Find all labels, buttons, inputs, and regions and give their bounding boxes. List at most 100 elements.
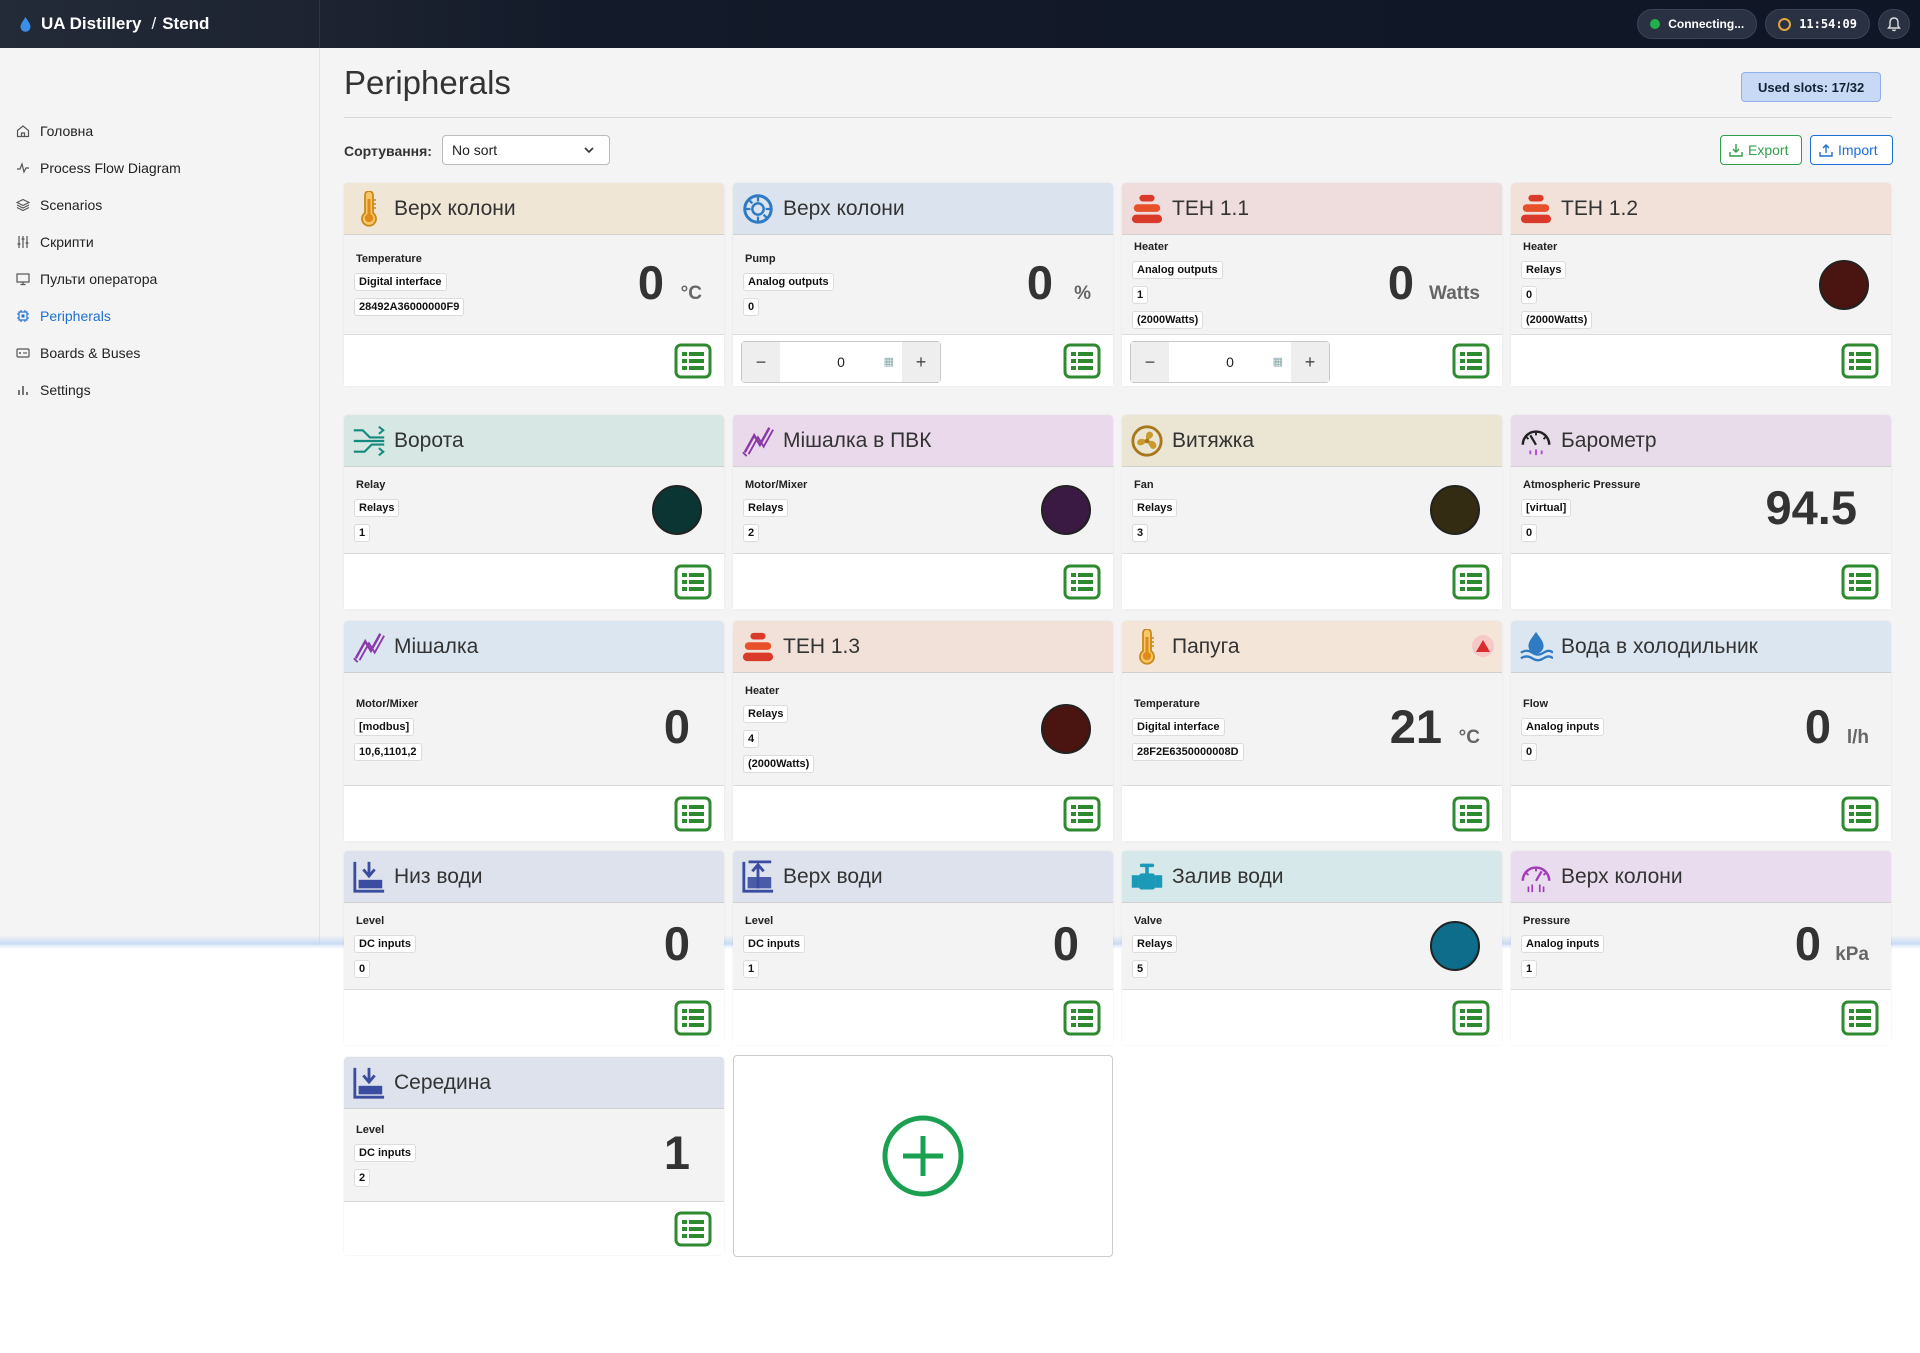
peripheral-card[interactable]: Верх колони Pressure Analog inputs 1 0 kPa (1511, 851, 1891, 1045)
peripheral-card[interactable]: Низ води Level DC inputs 0 0 (344, 851, 724, 1045)
barometer-icon (1519, 422, 1553, 460)
card-body: Flow Analog inputs 0 0 l/h (1511, 673, 1891, 785)
add-peripheral-button[interactable] (733, 1055, 1113, 1257)
sidebar-item-6[interactable]: Boards & Buses (0, 334, 319, 371)
device-chip: Relays (1521, 261, 1567, 279)
sidebar-item-0[interactable]: Головна (0, 112, 319, 149)
clock-time: 11:54:09 (1799, 17, 1857, 31)
status-indicator (1430, 485, 1480, 535)
notifications-button[interactable] (1878, 9, 1910, 39)
clock-icon (1778, 17, 1792, 31)
card-footer (733, 553, 1113, 609)
settings-list-icon[interactable] (1452, 796, 1490, 832)
settings-list-icon[interactable] (1063, 343, 1101, 379)
divider (344, 117, 1892, 118)
sidebar-item-label: Boards & Buses (40, 344, 141, 361)
sidebar-item-5[interactable]: Peripherals (0, 297, 319, 334)
decrement-button[interactable]: − (742, 342, 780, 382)
settings-list-icon[interactable] (1841, 564, 1879, 600)
peripheral-card[interactable]: Верх колони Temperature Digital interface 2… (344, 183, 724, 386)
value-stepper[interactable]: −0 ▦ + (741, 341, 941, 383)
peripheral-card[interactable]: Середина Level DC inputs 2 1 (344, 1057, 724, 1255)
increment-button[interactable]: + (1291, 342, 1329, 382)
sidebar-item-2[interactable]: Scenarios (0, 186, 319, 223)
settings-list-icon[interactable] (674, 1211, 712, 1247)
settings-list-icon[interactable] (674, 796, 712, 832)
settings-list-icon[interactable] (1841, 1000, 1879, 1036)
card-header: Мішалка в ПВК (733, 415, 1113, 467)
peripheral-card[interactable]: ТЕН 1.3 Heater Relays 4 (2000Watts) (733, 621, 1113, 841)
monitor-icon (16, 272, 30, 286)
peripheral-card[interactable]: Верх колони Pump Analog outputs 0 0% −0 ▦ + (733, 183, 1113, 386)
sidebar-item-label: Скрипти (40, 233, 94, 250)
peripheral-card[interactable]: Барометр Atmospheric Pressure [virtual] 0 94… (1511, 415, 1891, 609)
settings-list-icon[interactable] (674, 564, 712, 600)
peripheral-card[interactable]: Мішалка Motor/Mixer [modbus] 10,6,1101,2 0 (344, 621, 724, 841)
peripheral-card[interactable]: Верх води Level DC inputs 1 0 (733, 851, 1113, 1045)
card-body: Motor/Mixer Relays 2 (733, 467, 1113, 553)
device-type: Fan (1134, 479, 1154, 491)
settings-list-icon[interactable] (674, 1000, 712, 1036)
settings-list-icon[interactable] (1452, 1000, 1490, 1036)
settings-list-icon[interactable] (1063, 564, 1101, 600)
peripheral-card[interactable]: Витяжка Fan Relays 3 (1122, 415, 1502, 609)
peripheral-card[interactable]: ТЕН 1.1 Heater Analog outputs 1 (2000Watts) 0… (1122, 183, 1502, 386)
peripheral-card[interactable]: Залив води Valve Relays 5 (1122, 851, 1502, 1045)
value-stepper[interactable]: −0 ▦ + (1130, 341, 1330, 383)
device-chip: 5 (1132, 960, 1149, 978)
card-header: Барометр (1511, 415, 1891, 467)
heater-icon (1130, 190, 1164, 228)
sort-select[interactable]: No sort (442, 135, 610, 165)
device-chip: DC inputs (743, 935, 805, 953)
peripheral-card[interactable]: Папуга Temperature Digital interface 28F2E6… (1122, 621, 1502, 841)
reading-value: 0 (1804, 700, 1831, 753)
chevron-down-icon (584, 147, 594, 154)
settings-list-icon[interactable] (1841, 796, 1879, 832)
decrement-button[interactable]: − (1131, 342, 1169, 382)
device-chip: Relays (743, 705, 789, 723)
connection-status[interactable]: Connecting... (1637, 9, 1758, 39)
settings-list-icon[interactable] (1452, 343, 1490, 379)
breadcrumb-separator: / (151, 14, 157, 33)
card-title: Папуга (1172, 634, 1240, 658)
sidebar-item-7[interactable]: Settings (0, 371, 319, 408)
device-chip: Digital interface (354, 273, 447, 291)
device-type: Pressure (1523, 915, 1571, 927)
card-footer (1511, 334, 1891, 386)
status-indicator (1430, 921, 1480, 971)
keypad-icon: ▦ (883, 356, 894, 368)
export-button[interactable]: Export (1720, 135, 1802, 165)
mixer-icon (352, 628, 386, 666)
settings-list-icon[interactable] (1063, 1000, 1101, 1036)
drop-icon (20, 16, 31, 32)
sort-label: Сортування: (344, 143, 432, 159)
settings-list-icon[interactable] (1841, 343, 1879, 379)
peripheral-card[interactable]: Вода в холодильник Flow Analog inputs 0 0 l/h (1511, 621, 1891, 841)
clock-display[interactable]: 11:54:09 (1765, 9, 1870, 39)
card-footer (1511, 989, 1891, 1045)
card-body: Relay Relays 1 (344, 467, 724, 553)
sidebar-item-4[interactable]: Пульти оператора (0, 260, 319, 297)
import-button[interactable]: Import (1810, 135, 1893, 165)
brand[interactable]: UA Distillery / Stend (0, 0, 320, 48)
peripheral-card[interactable]: ТЕН 1.2 Heater Relays 0 (2000Watts) (1511, 183, 1891, 386)
sidebar-item-3[interactable]: Скрипти (0, 223, 319, 260)
device-chip: [modbus] (354, 718, 415, 736)
peripheral-card[interactable]: Ворота Relay Relays 1 (344, 415, 724, 609)
stepper-input[interactable]: 0 ▦ (1169, 342, 1291, 382)
settings-list-icon[interactable] (1452, 564, 1490, 600)
device-chip: 1 (354, 524, 371, 542)
card-footer (344, 334, 724, 386)
sidebar-item-label: Settings (40, 381, 91, 398)
card-footer (1122, 553, 1502, 609)
stepper-input[interactable]: 0 ▦ (780, 342, 902, 382)
device-chip: 2 (354, 1169, 371, 1187)
download-icon (1729, 144, 1743, 157)
settings-list-icon[interactable] (1063, 796, 1101, 832)
drive-icon (16, 346, 30, 360)
device-chip: 0 (1521, 524, 1538, 542)
sidebar-item-1[interactable]: Process Flow Diagram (0, 149, 319, 186)
peripheral-card[interactable]: Мішалка в ПВК Motor/Mixer Relays 2 (733, 415, 1113, 609)
increment-button[interactable]: + (902, 342, 940, 382)
settings-list-icon[interactable] (674, 343, 712, 379)
